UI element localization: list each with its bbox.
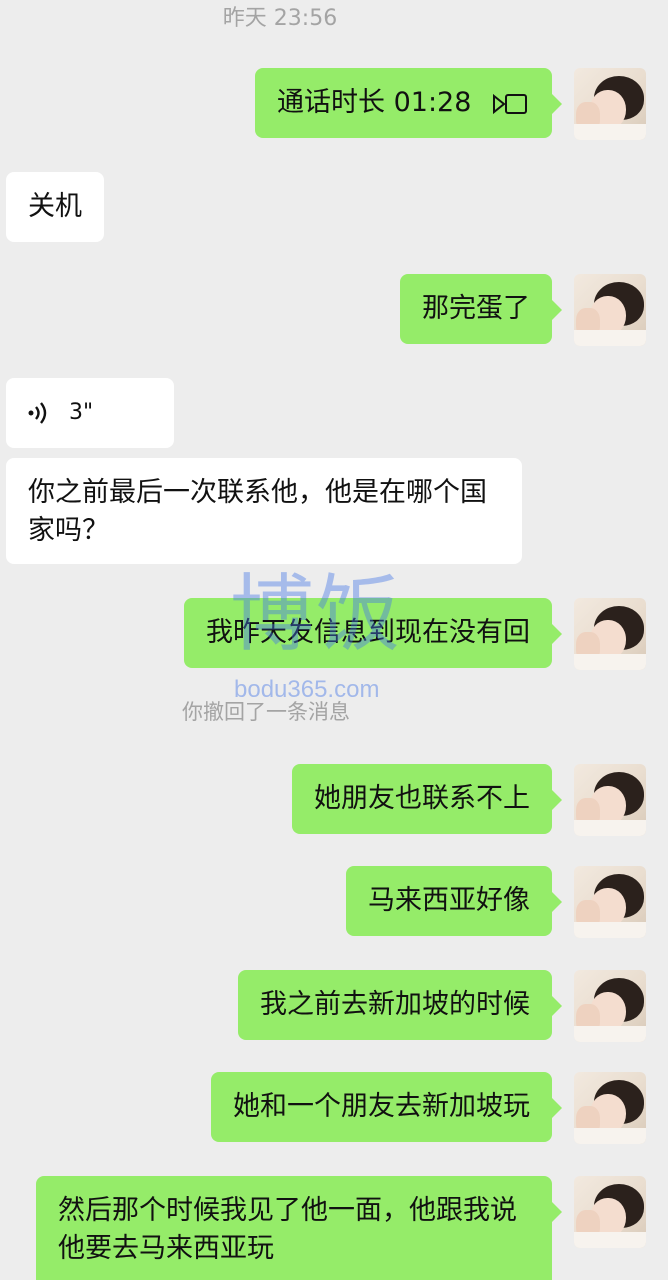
incoming-message-bubble[interactable]: 你之前最后一次联系他，他是在哪个国家吗？ — [6, 458, 522, 564]
my-avatar[interactable] — [574, 68, 646, 140]
voice-message-bubble[interactable]: 3" — [6, 378, 174, 448]
message-text: 她和一个朋友去新加坡玩 — [233, 1091, 530, 1122]
outgoing-message-bubble[interactable]: 那完蛋了 — [400, 274, 562, 344]
voice-duration: 3" — [69, 400, 94, 425]
outgoing-message-bubble[interactable]: 我昨天发信息到现在没有回 — [184, 598, 562, 668]
outgoing-message-bubble[interactable]: 然后那个时候我见了他一面，他跟我说他要去马来西亚玩 — [36, 1176, 562, 1280]
outgoing-message-bubble[interactable]: 她朋友也联系不上 — [292, 764, 562, 834]
message-text: 我昨天发信息到现在没有回 — [206, 617, 530, 648]
my-avatar[interactable] — [574, 598, 646, 670]
message-text: 你之前最后一次联系他，他是在哪个国家吗？ — [28, 477, 487, 546]
my-avatar[interactable] — [574, 764, 646, 836]
call-record-bubble[interactable]: 通话时长 01:28 — [255, 68, 562, 138]
message-text: 她朋友也联系不上 — [314, 783, 530, 814]
message-text: 马来西亚好像 — [368, 885, 530, 916]
incoming-message-bubble[interactable]: 关机 — [6, 172, 104, 242]
message-text: 关机 — [28, 191, 82, 222]
my-avatar[interactable] — [574, 1176, 646, 1248]
outgoing-message-bubble[interactable]: 她和一个朋友去新加坡玩 — [211, 1072, 562, 1142]
video-call-icon — [493, 93, 527, 114]
message-text: 然后那个时候我见了他一面，他跟我说他要去马来西亚玩 — [58, 1195, 517, 1264]
outgoing-message-bubble[interactable]: 马来西亚好像 — [346, 866, 562, 936]
chat-timestamp: 昨天 23:56 — [222, 6, 338, 31]
recall-notice: 你撤回了一条消息 — [182, 700, 350, 724]
my-avatar[interactable] — [574, 274, 646, 346]
my-avatar[interactable] — [574, 1072, 646, 1144]
message-text: 那完蛋了 — [422, 293, 530, 324]
call-duration-text: 通话时长 01:28 — [277, 87, 472, 118]
message-text: 我之前去新加坡的时候 — [260, 989, 530, 1020]
voice-wave-icon — [28, 402, 47, 424]
my-avatar[interactable] — [574, 970, 646, 1042]
outgoing-message-bubble[interactable]: 我之前去新加坡的时候 — [238, 970, 562, 1040]
my-avatar[interactable] — [574, 866, 646, 938]
